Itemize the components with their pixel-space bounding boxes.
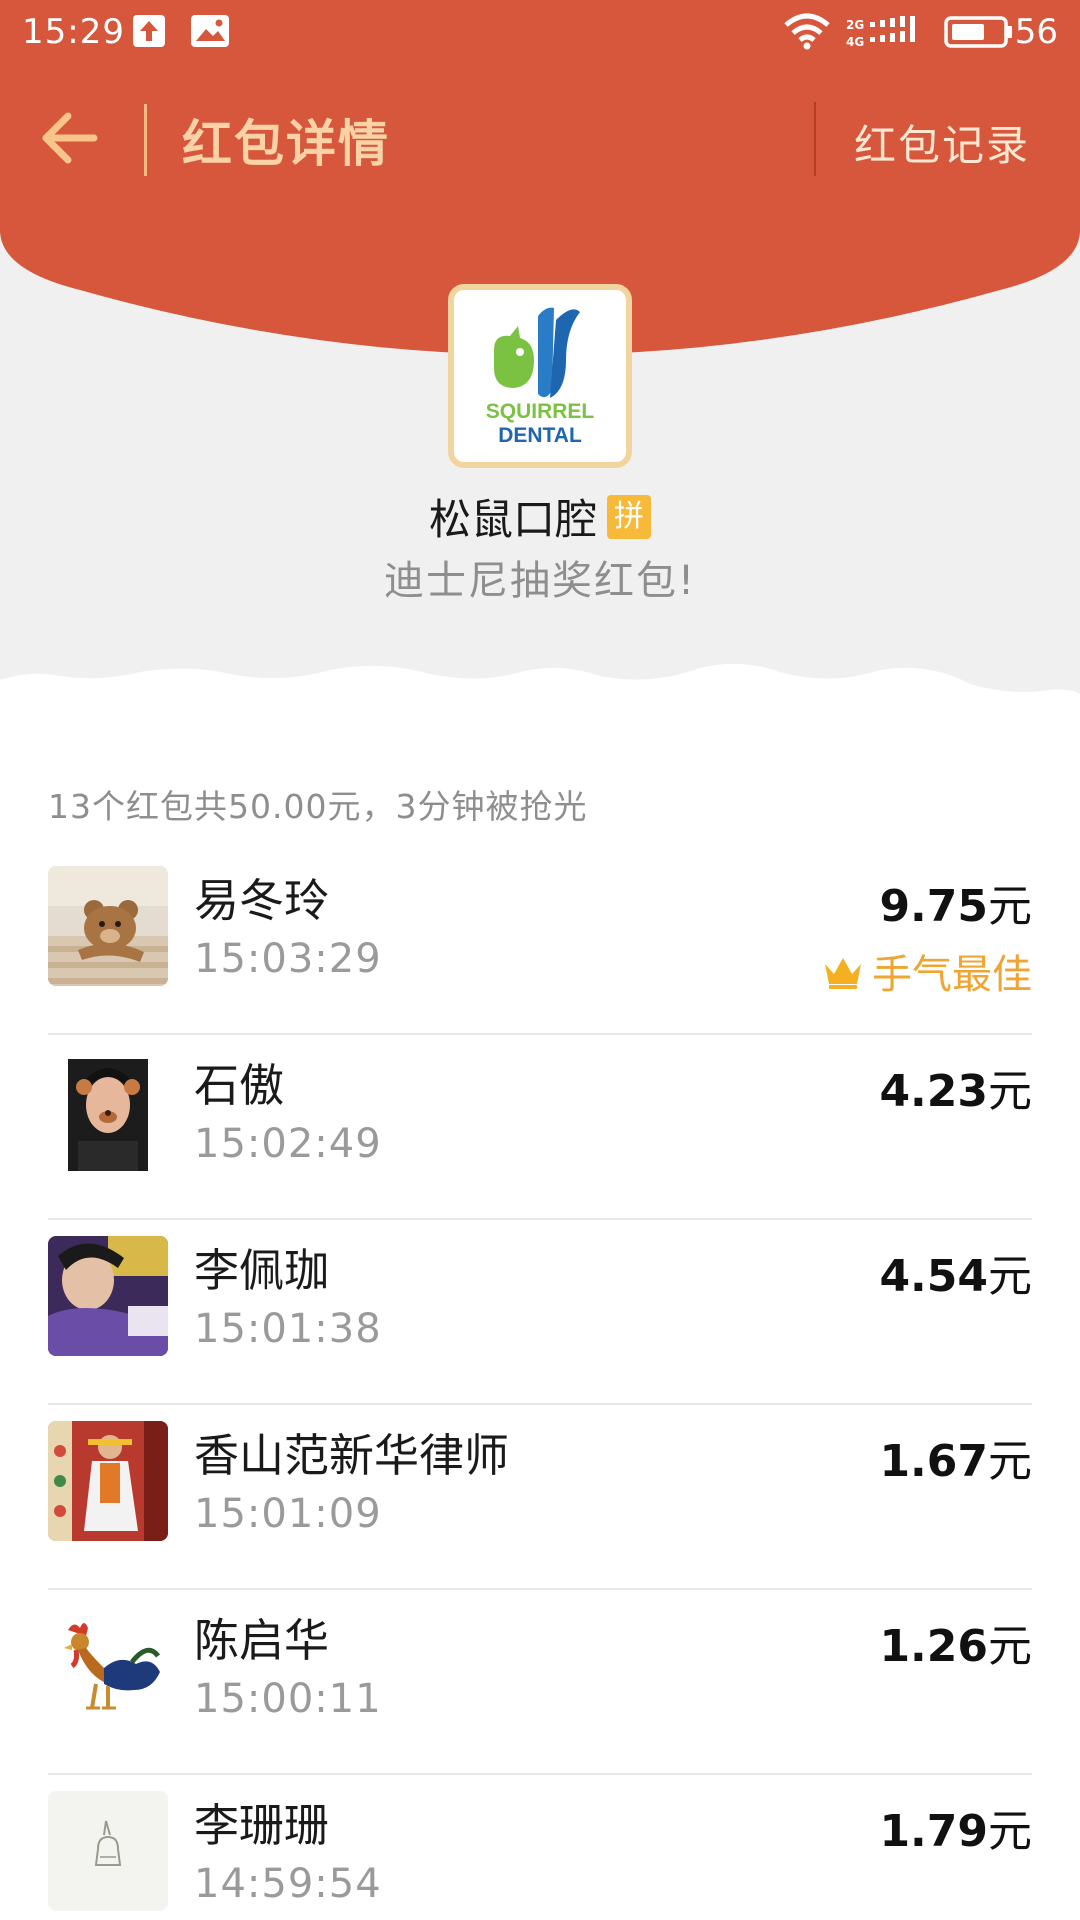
recipient-name: 石傲: [194, 1059, 285, 1112]
battery-level: 56: [1014, 12, 1058, 52]
red-packet-record-button[interactable]: 红包记录: [854, 112, 1030, 173]
nav-divider: [814, 102, 816, 176]
torn-paper-edge: [0, 663, 1080, 770]
avatar: [48, 1236, 168, 1356]
recipient-amount: 9.75元: [879, 881, 1032, 932]
battery-icon: [944, 14, 1014, 54]
avatar: [48, 1051, 168, 1171]
brand-slogan: 迪士尼抽奖红包!: [383, 558, 697, 604]
recipient-name: 李珊珊: [194, 1799, 330, 1852]
avatar: [48, 1791, 168, 1911]
list-item[interactable]: 李珊珊 14:59:54 1.79元: [48, 1775, 1032, 1920]
brand-logo[interactable]: SQUIRREL DENTAL: [448, 284, 632, 468]
recipient-time: 15:01:38: [194, 1306, 382, 1352]
squirrel-logo-icon: SQUIRREL DENTAL: [486, 307, 595, 447]
recipient-time: 15:03:29: [194, 936, 382, 982]
recipient-amount: 1.79元: [879, 1806, 1032, 1857]
recipient-amount: 1.26元: [879, 1621, 1032, 1672]
best-luck-badge: 手气最佳: [822, 942, 1032, 1000]
back-button[interactable]: [38, 106, 108, 170]
logo-text-line1: SQUIRREL: [486, 400, 595, 423]
list-item[interactable]: 陈启华 15:00:11 1.26元: [48, 1590, 1032, 1775]
status-time: 15:29: [22, 12, 125, 52]
brand-name-row: 松鼠口腔拼: [0, 486, 1080, 547]
nav-bar: 红包详情 红包记录: [0, 84, 1080, 194]
list-item[interactable]: 石傲 15:02:49 4.23元: [48, 1035, 1032, 1220]
upload-icon: [132, 14, 166, 52]
cellular-signal-icon: 2G 4G: [846, 16, 922, 54]
svg-text:2G: 2G: [846, 18, 864, 32]
page-title: 红包详情: [182, 115, 390, 173]
crown-icon: [822, 954, 864, 1000]
list-item[interactable]: 易冬玲 15:03:29 9.75元 手气最佳: [48, 850, 1032, 1035]
recipient-time: 15:01:09: [194, 1491, 382, 1537]
recipient-name: 李佩珈: [194, 1244, 330, 1297]
recipient-time: 15:00:11: [194, 1676, 382, 1722]
recipient-name: 陈启华: [194, 1614, 330, 1667]
recipient-amount: 1.67元: [879, 1436, 1032, 1487]
wifi-icon: [784, 12, 830, 54]
packet-summary: 13个红包共50.00元，3分钟被抢光: [48, 787, 588, 826]
recipient-amount: 4.54元: [879, 1251, 1032, 1302]
svg-text:4G: 4G: [846, 35, 864, 49]
pin-badge: 拼: [607, 494, 651, 539]
avatar: [48, 1606, 168, 1726]
image-icon: [190, 14, 230, 52]
avatar: [48, 866, 168, 986]
logo-text-line2: DENTAL: [498, 424, 582, 447]
avatar: [48, 1421, 168, 1541]
nav-divider: [144, 104, 147, 176]
back-arrow-icon: [42, 112, 98, 164]
recipient-list: 易冬玲 15:03:29 9.75元 手气最佳 石傲 15:02:49 4.23…: [48, 850, 1032, 1920]
recipient-time: 15:02:49: [194, 1121, 382, 1167]
list-item[interactable]: 李佩珈 15:01:38 4.54元: [48, 1220, 1032, 1405]
recipient-name: 易冬玲: [194, 874, 330, 927]
recipient-amount: 4.23元: [879, 1066, 1032, 1117]
brand-name: 松鼠口腔: [428, 495, 597, 544]
list-item[interactable]: 香山范新华律师 15:01:09 1.67元: [48, 1405, 1032, 1590]
status-bar: 15:29 2G 4G 56: [0, 0, 1080, 66]
recipient-time: 14:59:54: [194, 1861, 382, 1907]
recipient-name: 香山范新华律师: [194, 1429, 510, 1482]
